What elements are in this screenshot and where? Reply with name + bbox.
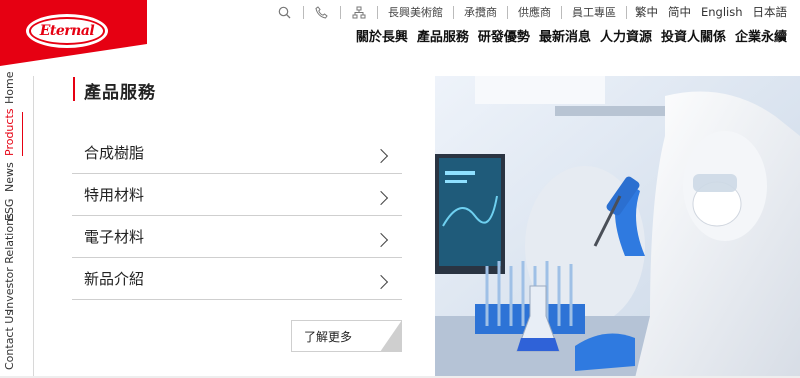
link-art-museum[interactable]: 長興美術館 — [381, 4, 450, 20]
side-item-investor-relations[interactable]: Investor Relations — [3, 213, 16, 312]
active-indicator — [22, 112, 23, 156]
side-divider — [33, 76, 34, 378]
nav-sustainability[interactable]: 企業永續 — [735, 26, 787, 45]
nav-about[interactable]: 關於長興 — [356, 26, 408, 45]
side-item-news[interactable]: News — [3, 162, 16, 192]
link-contractor[interactable]: 承攬商 — [457, 4, 504, 20]
menu-item-label: 電子材料 — [84, 228, 145, 246]
learn-more-button[interactable]: 了解更多 — [291, 320, 402, 352]
search-icon[interactable] — [270, 3, 300, 21]
logo-block[interactable]: Eternal — [0, 0, 147, 66]
lang-ja[interactable]: 日本語 — [748, 4, 793, 20]
divider — [625, 5, 627, 19]
logo-text: Eternal — [39, 23, 95, 39]
side-item-home[interactable]: Home — [3, 72, 16, 104]
menu-item-synthetic-resin[interactable]: 合成樹脂 — [72, 132, 402, 174]
nav-news[interactable]: 最新消息 — [539, 26, 591, 45]
chevron-right-icon — [373, 274, 389, 289]
nav-hr[interactable]: 人力資源 — [600, 26, 652, 45]
lang-en[interactable]: English — [696, 5, 748, 19]
corner-triangle-icon — [380, 320, 402, 352]
divider — [376, 5, 378, 19]
menu-item-label: 新品介紹 — [84, 270, 145, 288]
lab-scientist-image — [435, 76, 800, 378]
chevron-right-icon — [373, 190, 389, 205]
divider — [506, 5, 508, 19]
chevron-right-icon — [373, 232, 389, 247]
utility-bar: 長興美術館 承攬商 供應商 員工專區 繁中 简中 English 日本語 — [270, 3, 792, 21]
section-title: 產品服務 — [84, 83, 156, 103]
main-nav: 關於長興 產品服務 研發優勢 最新消息 人力資源 投資人關係 企業永續 — [347, 26, 787, 45]
menu-item-specialty-materials[interactable]: 特用材料 — [72, 174, 402, 216]
phone-icon[interactable] — [307, 3, 337, 21]
nav-rd[interactable]: 研發優勢 — [478, 26, 530, 45]
section-accent — [73, 77, 75, 101]
divider — [560, 5, 562, 19]
divider — [302, 5, 304, 19]
sitemap-icon[interactable] — [344, 3, 374, 21]
product-menu: 合成樹脂 特用材料 電子材料 新品介紹 — [72, 132, 402, 300]
divider — [339, 5, 341, 19]
side-nav: Home Products News ESG Investor Relation… — [0, 66, 22, 378]
nav-products[interactable]: 產品服務 — [417, 26, 469, 45]
side-item-contact-us[interactable]: Contact Us — [3, 310, 16, 370]
menu-item-label: 特用材料 — [84, 186, 145, 204]
nav-investor[interactable]: 投資人關係 — [661, 26, 726, 45]
lang-tc[interactable]: 繁中 — [630, 4, 663, 20]
menu-item-electronic-materials[interactable]: 電子材料 — [72, 216, 402, 258]
menu-item-new-products[interactable]: 新品介紹 — [72, 258, 402, 300]
learn-more-label: 了解更多 — [304, 329, 353, 344]
side-item-products[interactable]: Products — [3, 109, 16, 157]
link-employee[interactable]: 員工專區 — [565, 4, 623, 20]
chevron-right-icon — [373, 148, 389, 163]
eternal-logo: Eternal — [26, 14, 108, 48]
divider — [452, 5, 454, 19]
lang-sc[interactable]: 简中 — [663, 4, 696, 20]
link-supplier[interactable]: 供應商 — [511, 4, 558, 20]
menu-item-label: 合成樹脂 — [84, 144, 145, 162]
